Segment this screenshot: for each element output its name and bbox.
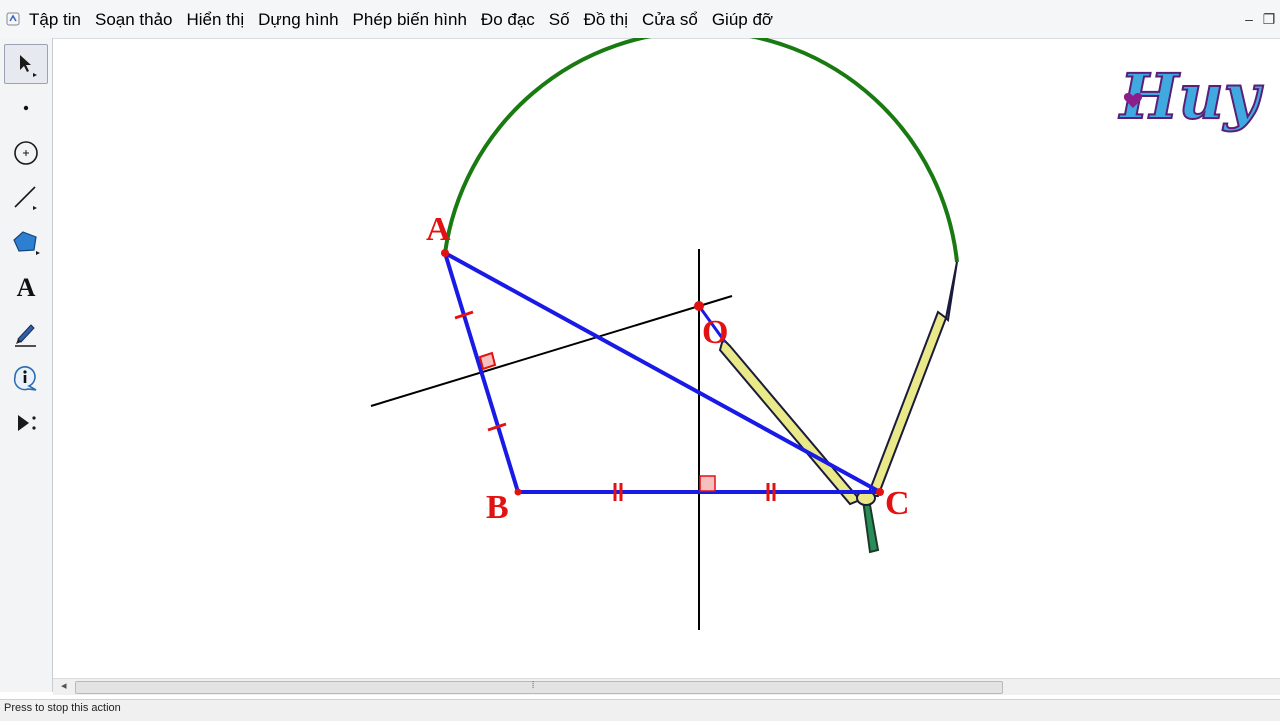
text-icon: A [16,273,36,302]
segment-ac [444,251,881,494]
point-c[interactable] [876,488,884,496]
menu-window[interactable]: Cửa sổ [642,10,712,30]
point-b[interactable] [514,488,522,496]
segment-icon [14,186,37,210]
info-icon [13,366,37,391]
triangle-abc[interactable] [443,251,881,494]
arrow-select-tool[interactable] [4,44,48,84]
straightedge-tool[interactable] [4,178,48,218]
menu-construct[interactable]: Dựng hình [258,10,352,30]
label-c[interactable]: C [885,485,910,522]
toolbox: A [0,38,53,692]
status-bar: Press to stop this action [0,699,1280,721]
menu-transform[interactable]: Phép biến hình [353,10,481,30]
sketch-canvas[interactable]: A B C O Huy [53,29,1280,678]
point-o[interactable] [694,301,704,311]
label-a[interactable]: A [426,211,451,248]
menu-help[interactable]: Giúp đỡ [712,10,787,30]
menu-bar: Tập tin Soạn thảo Hiển thị Dựng hình Phé… [0,0,1280,39]
right-angle-mark-ab [478,351,497,371]
polygon-icon [13,231,40,255]
information-tool[interactable] [4,358,48,398]
menu-file[interactable]: Tập tin [29,10,95,30]
minimize-button[interactable]: – [1238,9,1260,29]
circumcircle-arc[interactable] [443,29,959,263]
right-angle-mark-bc [699,475,716,492]
menu-items: Tập tin Soạn thảo Hiển thị Dựng hình Phé… [29,10,787,30]
menu-edit[interactable]: Soạn thảo [95,10,187,30]
menu-graph[interactable]: Đồ thị [584,10,642,30]
pencil-icon [15,324,36,347]
arrow-icon [20,55,37,77]
scrollbar-thumb[interactable]: ⦙ [75,680,1003,694]
menu-number[interactable]: Số [549,10,584,30]
huy-watermark: Huy [1117,59,1265,134]
polygon-tool[interactable] [4,223,48,263]
status-text: Press to stop this action [4,702,121,714]
compass-drawing-tool [718,261,958,554]
menu-measure[interactable]: Đo đạc [481,10,549,30]
play-more-icon [18,415,36,431]
point-tool[interactable] [4,88,48,128]
label-o[interactable]: O [702,314,728,351]
scrollbar-grip: ⦙ [532,680,535,691]
scroll-left-arrow[interactable]: ◂ [61,679,67,692]
app-icon[interactable] [6,12,20,26]
restore-button[interactable]: ❐ [1258,9,1280,29]
custom-tool[interactable] [4,403,48,443]
menu-display[interactable]: Hiển thị [187,10,259,30]
geometry-sketch: A B C O Huy [370,29,1265,630]
point-a[interactable] [441,249,449,257]
text-tool[interactable]: A [4,268,48,308]
label-b[interactable]: B [486,489,509,526]
marker-tool[interactable] [4,313,48,353]
compass-tool[interactable] [4,133,48,173]
circle-icon [14,141,38,165]
horizontal-scrollbar[interactable]: ◂ ⦙ [53,678,1280,695]
point-icon [23,105,29,111]
